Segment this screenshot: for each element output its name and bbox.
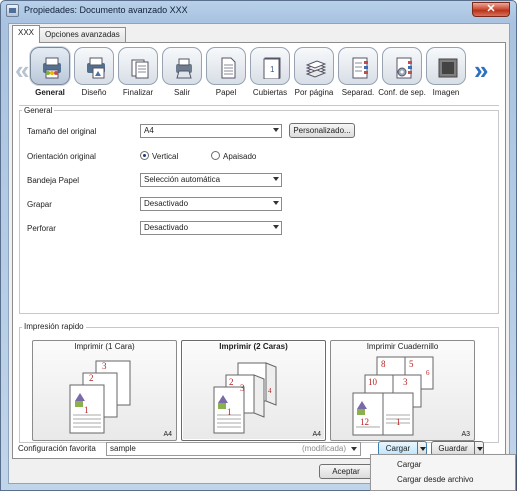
page-number: 8	[381, 359, 386, 369]
svg-text:1: 1	[270, 65, 275, 74]
punch-select[interactable]: Desactivado	[140, 221, 282, 235]
staple-value: Desactivado	[144, 199, 189, 208]
punch-value: Desactivado	[144, 223, 189, 232]
close-button[interactable]: ✕	[472, 2, 510, 17]
page-number: 5	[409, 359, 414, 369]
general-legend: General	[22, 106, 55, 115]
favorite-config-value: sample	[110, 444, 136, 453]
chevron-down-icon	[351, 447, 357, 451]
duplex-pages-icon: 3 4 2 1	[213, 362, 277, 434]
tab-panel: « General Diseño Finalizar Salir Papel 1…	[12, 42, 506, 459]
printer-app-icon	[6, 4, 19, 17]
divider	[19, 105, 499, 106]
punch-label: Perforar	[27, 224, 56, 233]
preset-title: Imprimir Cuadernillo	[366, 342, 439, 351]
image-icon	[426, 47, 466, 85]
radio-landscape[interactable]	[211, 151, 220, 160]
quick-print-booklet[interactable]: Imprimir Cuadernillo 8 5 6 10 3 12 1 A3	[330, 340, 475, 441]
booklet-pages-icon: 8 5 6 10 3 12 1	[352, 356, 434, 436]
radio-portrait[interactable]	[140, 151, 149, 160]
covers-icon: 1	[250, 47, 290, 85]
radio-landscape-label: Apaisado	[223, 152, 257, 161]
page-number: 1	[84, 405, 89, 415]
per-page-icon	[294, 47, 334, 85]
favorite-config-select[interactable]: sample (modificada)	[106, 442, 361, 456]
page-number: 2	[89, 373, 94, 383]
output-icon	[162, 47, 202, 85]
page-number: 1	[396, 417, 401, 427]
category-image[interactable]: Imagen	[424, 45, 468, 101]
paper-tray-label: Bandeja Papel	[27, 176, 80, 185]
orientation-label: Orientación original	[27, 152, 96, 161]
page-number: 12	[360, 417, 369, 427]
staple-select[interactable]: Desactivado	[140, 197, 282, 211]
chevron-down-icon	[273, 128, 279, 132]
layout-icon	[74, 47, 114, 85]
tab-xxx[interactable]: XXX	[12, 25, 41, 43]
staple-label: Grapar	[27, 200, 52, 209]
category-label: Imagen	[432, 88, 460, 97]
quick-print-duplex[interactable]: Imprimir (2 Caras) 3 4 2 1 A4	[181, 340, 326, 441]
accept-button[interactable]: Aceptar	[319, 464, 373, 479]
chevron-down-icon	[273, 225, 279, 229]
separator-settings-icon	[382, 47, 422, 85]
title-bar[interactable]: Propiedades: Documento avanzado XXX ✕	[1, 1, 516, 21]
page-number: 3	[403, 377, 408, 387]
quick-print-legend: Impresión rapido	[22, 322, 86, 331]
paper-tray-value: Selección automática	[144, 175, 221, 184]
paper-size-label: Tamaño del original	[27, 127, 97, 136]
general-group	[19, 110, 499, 314]
page-number: 2	[229, 377, 234, 387]
scroll-right-icon[interactable]: »	[474, 57, 488, 83]
load-menu: Cargar Cargar desde archivo	[370, 454, 516, 491]
chevron-down-icon	[273, 201, 279, 205]
simplex-pages-icon: 3 2 1	[69, 360, 131, 434]
menu-item-load-from-file[interactable]: Cargar desde archivo	[397, 475, 473, 484]
page-number: 6	[426, 369, 430, 377]
dialog-body: XXX Opciones avanzadas « General Diseño	[8, 23, 510, 484]
preset-size: A3	[461, 431, 470, 438]
window-title: Propiedades: Documento avanzado XXX	[24, 5, 188, 15]
properties-window: Propiedades: Documento avanzado XXX ✕ XX…	[0, 0, 517, 491]
page-number: 3	[240, 383, 245, 393]
category-strip: « General Diseño Finalizar Salir Papel 1…	[14, 45, 504, 103]
general-icon	[30, 47, 70, 85]
page-number: 1	[227, 407, 232, 417]
finishing-icon	[118, 47, 158, 85]
paper-size-select[interactable]: A4	[140, 124, 282, 138]
separator-icon	[338, 47, 378, 85]
page-number: 10	[368, 377, 378, 387]
page-number: 3	[102, 361, 107, 371]
preset-size: A4	[312, 431, 321, 438]
modified-status: (modificada)	[301, 444, 346, 453]
page-number: 4	[268, 387, 272, 395]
paper-size-value: A4	[144, 126, 154, 135]
preset-title: Imprimir (1 Cara)	[74, 342, 135, 351]
quick-print-simplex[interactable]: Imprimir (1 Cara) 3 2 1 A4	[32, 340, 177, 441]
menu-item-load[interactable]: Cargar	[397, 460, 421, 469]
paper-tray-select[interactable]: Selección automática	[140, 173, 282, 187]
preset-size: A4	[163, 431, 172, 438]
chevron-down-icon	[273, 177, 279, 181]
paper-icon	[206, 47, 246, 85]
preset-title: Imprimir (2 Caras)	[219, 342, 288, 351]
tab-advanced-options[interactable]: Opciones avanzadas	[39, 27, 126, 42]
favorite-config-label: Configuración favorita	[18, 444, 96, 453]
radio-portrait-label: Vertical	[152, 152, 179, 161]
custom-size-button[interactable]: Personalizado...	[289, 123, 355, 138]
